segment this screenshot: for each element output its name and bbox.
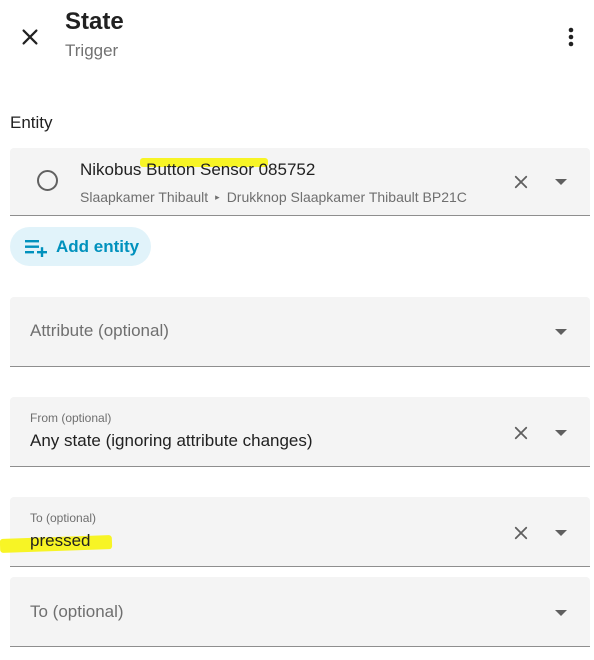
dialog-subtitle: Trigger: [65, 41, 119, 60]
chevron-down-icon: [555, 179, 567, 185]
entity-area: Slaapkamer Thibault: [80, 189, 209, 205]
attribute-placeholder: Attribute (optional): [30, 321, 169, 340]
to-dropdown-button[interactable]: [549, 521, 573, 545]
more-vertical-icon: [568, 27, 574, 47]
to-label: To (optional): [30, 511, 97, 525]
to-select[interactable]: To (optional): [10, 497, 590, 567]
attribute-select[interactable]: Attribute (optional): [10, 297, 590, 367]
chevron-down-icon: [555, 610, 567, 616]
to-secondary-dropdown-button[interactable]: [549, 601, 573, 625]
clear-icon: [514, 526, 528, 540]
dialog-title: State: [65, 8, 124, 35]
to-secondary-placeholder: To (optional): [30, 602, 124, 621]
entity-name: Nikobus Button Sensor 085752: [80, 160, 316, 179]
chevron-down-icon: [555, 329, 567, 335]
entity-path: Slaapkamer Thibault ▸ Drukknop Slaapkamer …: [80, 189, 467, 205]
add-entity-button[interactable]: Add entity: [10, 227, 151, 266]
to-value: pressed: [30, 531, 91, 550]
attribute-dropdown-button[interactable]: [549, 320, 573, 344]
entity-picker[interactable]: Nikobus Button Sensor 085752 Slaapkamer …: [10, 148, 590, 216]
from-label: From (optional): [30, 411, 112, 425]
to-select-secondary[interactable]: To (optional): [10, 577, 590, 647]
chevron-down-icon: [555, 530, 567, 536]
clear-icon: [514, 175, 528, 189]
from-dropdown-button[interactable]: [549, 421, 573, 445]
entity-device: Drukknop Slaapkamer Thibault BP21C: [226, 189, 467, 205]
entity-dropdown-button[interactable]: [549, 170, 573, 194]
from-select[interactable]: From (optional) Any state (ignoring attr…: [10, 397, 590, 467]
to-clear-button[interactable]: [509, 521, 533, 545]
more-options-button[interactable]: [553, 19, 589, 55]
add-entity-label: Add entity: [56, 236, 140, 256]
clear-icon: [514, 426, 528, 440]
from-clear-button[interactable]: [509, 421, 533, 445]
close-button[interactable]: [12, 19, 48, 55]
from-value: Any state (ignoring attribute changes): [30, 431, 313, 450]
close-icon: [22, 29, 38, 45]
playlist-add-icon: [25, 239, 47, 257]
entity-clear-button[interactable]: [509, 170, 533, 194]
chevron-down-icon: [555, 430, 567, 436]
dialog-header: State Trigger: [0, 0, 594, 90]
entity-state-icon: [37, 170, 58, 191]
entity-section-label: Entity: [10, 113, 53, 132]
breadcrumb-separator: ▸: [215, 192, 220, 202]
